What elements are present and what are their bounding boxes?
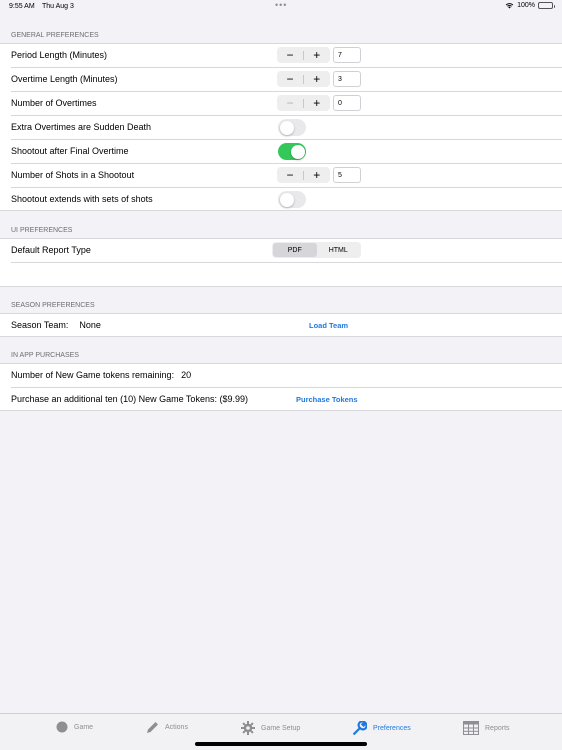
period-length-stepper[interactable]: − +	[277, 47, 330, 63]
in-app-purchases-group: Number of New Game tokens remaining: 20 …	[0, 363, 562, 411]
tab-game-label: Game	[74, 723, 94, 731]
general-preferences-header: General Preferences	[11, 32, 99, 39]
circle-icon	[56, 721, 68, 733]
report-type-segmented-control[interactable]: PDF HTML	[272, 242, 361, 258]
tab-reports-label: Reports	[485, 724, 510, 732]
tab-reports[interactable]: Reports	[463, 721, 510, 735]
report-type-row: Default Report Type PDF HTML	[0, 238, 562, 262]
status-bar: 9:55 AM Thu Aug 3 ••• 100%	[0, 0, 562, 14]
battery-percent: 100%	[517, 2, 535, 9]
tab-game[interactable]: Game	[56, 721, 93, 733]
status-indicators: 100%	[505, 2, 555, 9]
tokens-remaining-value: 20	[181, 370, 192, 380]
general-preferences-group: Period Length (Minutes) − + 7 Overtime L…	[0, 43, 562, 211]
tab-game-setup[interactable]: Game Setup	[241, 721, 300, 735]
tab-actions-label: Actions	[165, 724, 188, 731]
period-length-label: Period Length (Minutes)	[11, 50, 108, 60]
season-preferences-header: Season Preferences	[11, 302, 95, 309]
increment-button[interactable]: +	[304, 167, 330, 183]
sudden-death-toggle[interactable]	[278, 119, 306, 136]
decrement-button[interactable]: −	[277, 95, 303, 111]
gear-icon	[241, 721, 255, 735]
purchase-tokens-row: Purchase an additional ten (10) New Game…	[0, 387, 562, 411]
segment-html[interactable]: HTML	[317, 243, 361, 257]
load-team-button[interactable]: Load Team	[309, 321, 348, 330]
shootout-after-label: Shootout after Final Overtime	[11, 146, 129, 156]
season-preferences-group: Season Team: None Load Team	[0, 313, 562, 337]
increment-button[interactable]: +	[304, 95, 330, 111]
purchase-tokens-label: Purchase an additional ten (10) New Game…	[11, 394, 248, 404]
overtime-length-label: Overtime Length (Minutes)	[11, 74, 118, 84]
segment-pdf[interactable]: PDF	[273, 243, 317, 257]
number-of-overtimes-row: Number of Overtimes − + 0	[0, 91, 562, 115]
ui-preferences-header: UI Preferences	[11, 227, 73, 234]
in-app-purchases-header: In App Purchases	[11, 352, 79, 359]
season-team-row: Season Team: None Load Team	[0, 313, 562, 337]
ui-preferences-group: Default Report Type PDF HTML	[0, 238, 562, 287]
period-length-row: Period Length (Minutes) − + 7	[0, 43, 562, 67]
tab-preferences-label: Preferences	[373, 724, 411, 732]
tab-preferences[interactable]: Preferences	[353, 721, 411, 735]
pencil-icon	[147, 722, 158, 733]
shots-in-shootout-label: Number of Shots in a Shootout	[11, 170, 135, 180]
table-icon	[463, 721, 479, 735]
decrement-button[interactable]: −	[277, 47, 303, 63]
shots-in-shootout-row: Number of Shots in a Shootout − + 5	[0, 163, 562, 187]
battery-icon	[538, 2, 555, 9]
season-team-label: Season Team:	[11, 320, 69, 330]
increment-button[interactable]: +	[304, 71, 330, 87]
shootout-after-row: Shootout after Final Overtime	[0, 139, 562, 163]
status-date: Thu Aug 3	[42, 3, 74, 10]
overtime-length-stepper[interactable]: − +	[277, 71, 330, 87]
number-of-overtimes-stepper[interactable]: − +	[277, 95, 330, 111]
overtime-length-field[interactable]: 3	[333, 71, 361, 87]
decrement-button[interactable]: −	[277, 71, 303, 87]
wifi-icon	[505, 3, 514, 9]
tab-game-setup-label: Game Setup	[261, 724, 301, 732]
shots-in-shootout-stepper[interactable]: − +	[277, 167, 330, 183]
empty-row	[0, 262, 562, 286]
wrench-icon	[353, 721, 367, 735]
number-of-overtimes-field[interactable]: 0	[333, 95, 361, 111]
period-length-field[interactable]: 7	[333, 47, 361, 63]
purchase-tokens-button[interactable]: Purchase Tokens	[296, 395, 358, 404]
status-time: 9:55 AM	[9, 3, 35, 10]
increment-button[interactable]: +	[304, 47, 330, 63]
multitasking-dots[interactable]: •••	[275, 0, 287, 10]
season-team-value: None	[79, 320, 101, 330]
tokens-remaining-row: Number of New Game tokens remaining: 20	[0, 363, 562, 387]
tokens-remaining-label: Number of New Game tokens remaining:	[11, 370, 175, 380]
overtime-length-row: Overtime Length (Minutes) − + 3	[0, 67, 562, 91]
shootout-sets-row: Shootout extends with sets of shots	[0, 187, 562, 211]
sudden-death-label: Extra Overtimes are Sudden Death	[11, 122, 152, 132]
decrement-button[interactable]: −	[277, 167, 303, 183]
home-indicator[interactable]	[195, 742, 367, 746]
shots-in-shootout-field[interactable]: 5	[333, 167, 361, 183]
number-of-overtimes-label: Number of Overtimes	[11, 98, 97, 108]
shootout-sets-toggle[interactable]	[278, 191, 306, 208]
report-type-label: Default Report Type	[11, 245, 91, 255]
shootout-sets-label: Shootout extends with sets of shots	[11, 194, 153, 204]
tab-actions[interactable]: Actions	[146, 721, 188, 734]
sudden-death-row: Extra Overtimes are Sudden Death	[0, 115, 562, 139]
shootout-after-toggle[interactable]	[278, 143, 306, 160]
